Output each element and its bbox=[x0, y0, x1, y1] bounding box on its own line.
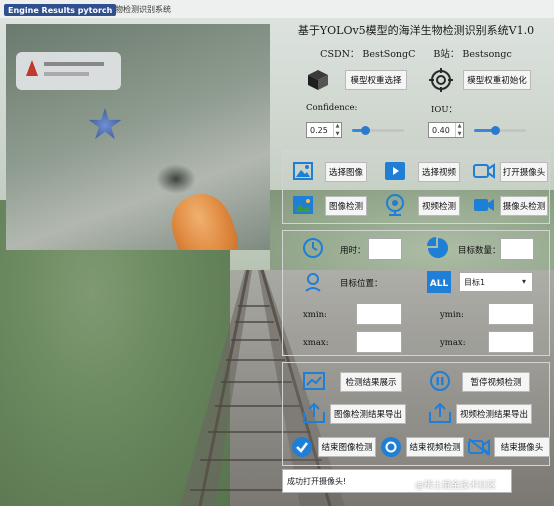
confidence-spinbox[interactable]: 0.25 ▲ ▼ bbox=[306, 122, 342, 138]
xmax-label: xmax: bbox=[303, 338, 329, 348]
time-field bbox=[368, 238, 402, 260]
status-message: 成功打开摄像头! bbox=[287, 476, 347, 486]
time-label: 用时： bbox=[340, 246, 366, 256]
target-icon bbox=[428, 67, 454, 93]
ymin-field bbox=[488, 303, 534, 325]
camera-detect-button[interactable]: 摄像头检测 bbox=[500, 196, 548, 216]
model-init-button[interactable]: 模型权重初始化 bbox=[463, 70, 531, 90]
picture-detect-icon bbox=[292, 195, 314, 215]
title-bar: 基于YOLOv5模型的海洋生物检测识别系统 Engine Results pyt… bbox=[0, 0, 554, 18]
spin-arrows-icon[interactable]: ▲ ▼ bbox=[455, 123, 463, 137]
spin-arrows-icon[interactable]: ▲ ▼ bbox=[333, 123, 341, 137]
confidence-slider-track bbox=[365, 129, 404, 132]
camera-finger bbox=[162, 186, 246, 250]
xmin-field bbox=[356, 303, 402, 325]
line-chart-icon bbox=[302, 370, 326, 392]
camera-view bbox=[6, 24, 270, 250]
webcam-icon bbox=[384, 193, 406, 217]
ymax-label: ymax: bbox=[440, 338, 466, 348]
select-image-button[interactable]: 选择图像 bbox=[325, 162, 367, 182]
ymax-field bbox=[488, 331, 534, 353]
end-camera-button[interactable]: 结束摄像头 bbox=[494, 437, 550, 457]
iou-value: 0.40 bbox=[432, 125, 450, 135]
confidence-value: 0.25 bbox=[310, 125, 328, 135]
export-video-results-button[interactable]: 视频检测结果导出 bbox=[456, 404, 532, 424]
camera-off-icon bbox=[467, 435, 491, 459]
camera-icon bbox=[473, 161, 495, 181]
confidence-slider-handle[interactable] bbox=[361, 126, 370, 135]
camera-starfish bbox=[88, 108, 122, 139]
bilibili-label: B站： Bestsongc bbox=[433, 49, 512, 60]
all-icon: ALL bbox=[426, 270, 452, 294]
chevron-down-icon: ▾ bbox=[521, 277, 526, 286]
panel-header: 基于YOLOv5模型的海洋生物检测识别系统V1.0 CSDN： BestSong… bbox=[282, 22, 550, 60]
image-detect-button[interactable]: 图像检测 bbox=[325, 196, 367, 216]
export-image-icon bbox=[302, 402, 326, 424]
xmin-label: xmin: bbox=[303, 310, 327, 320]
csdn-label: CSDN： BestSongC bbox=[320, 49, 416, 60]
confidence-slider[interactable] bbox=[352, 125, 404, 135]
clock-icon bbox=[301, 236, 325, 260]
pause-video-button[interactable]: 暂停视频检测 bbox=[462, 372, 530, 392]
svg-text:ALL: ALL bbox=[430, 279, 449, 289]
pause-icon bbox=[428, 369, 452, 393]
image-icon bbox=[292, 161, 314, 181]
ymin-label: ymin: bbox=[440, 310, 464, 320]
iou-spinbox[interactable]: 0.40 ▲ ▼ bbox=[428, 122, 464, 138]
page-title: 基于YOLOv5模型的海洋生物检测识别系统V1.0 bbox=[297, 24, 535, 37]
author-line: CSDN： BestSongC B站： Bestsongc bbox=[282, 46, 550, 60]
camera-shadow bbox=[156, 164, 196, 194]
end-video-detect-button[interactable]: 结束视频检测 bbox=[406, 437, 464, 457]
camera-card-line bbox=[44, 62, 104, 66]
target-position-label: 目标位置： bbox=[340, 279, 383, 289]
open-camera-button[interactable]: 打开摄像头 bbox=[500, 162, 548, 182]
stop-circle-icon bbox=[379, 435, 403, 459]
pie-chart-icon bbox=[426, 236, 450, 260]
target-select-value: 目标1 bbox=[464, 277, 486, 287]
video-icon bbox=[384, 161, 406, 181]
confidence-label: Confidence: bbox=[306, 103, 358, 113]
target-count-field bbox=[500, 238, 534, 260]
iou-slider[interactable] bbox=[474, 125, 526, 135]
title-tag: Engine Results pytorch bbox=[4, 4, 117, 16]
show-results-button[interactable]: 检测结果展示 bbox=[340, 372, 402, 392]
camera-detect-icon bbox=[473, 195, 495, 215]
select-video-button[interactable]: 选择视频 bbox=[418, 162, 460, 182]
site-watermark: @稀土掘金技术社区 bbox=[415, 481, 497, 491]
end-image-detect-button[interactable]: 结束图像检测 bbox=[318, 437, 376, 457]
target-select[interactable]: 目标1 ▾ bbox=[459, 272, 533, 292]
xmax-field bbox=[356, 331, 402, 353]
check-circle-icon bbox=[290, 435, 314, 459]
iou-label: IOU： bbox=[431, 105, 457, 115]
export-image-results-button[interactable]: 图像检测结果导出 bbox=[330, 404, 406, 424]
iou-slider-handle[interactable] bbox=[491, 126, 500, 135]
location-icon bbox=[302, 270, 324, 294]
export-video-icon bbox=[428, 402, 452, 424]
camera-card-line bbox=[44, 72, 89, 76]
model-select-button[interactable]: 模型权重选择 bbox=[345, 70, 407, 90]
target-count-label: 目标数量： bbox=[458, 246, 501, 256]
video-detect-button[interactable]: 视频检测 bbox=[418, 196, 460, 216]
cube-icon bbox=[305, 67, 331, 93]
